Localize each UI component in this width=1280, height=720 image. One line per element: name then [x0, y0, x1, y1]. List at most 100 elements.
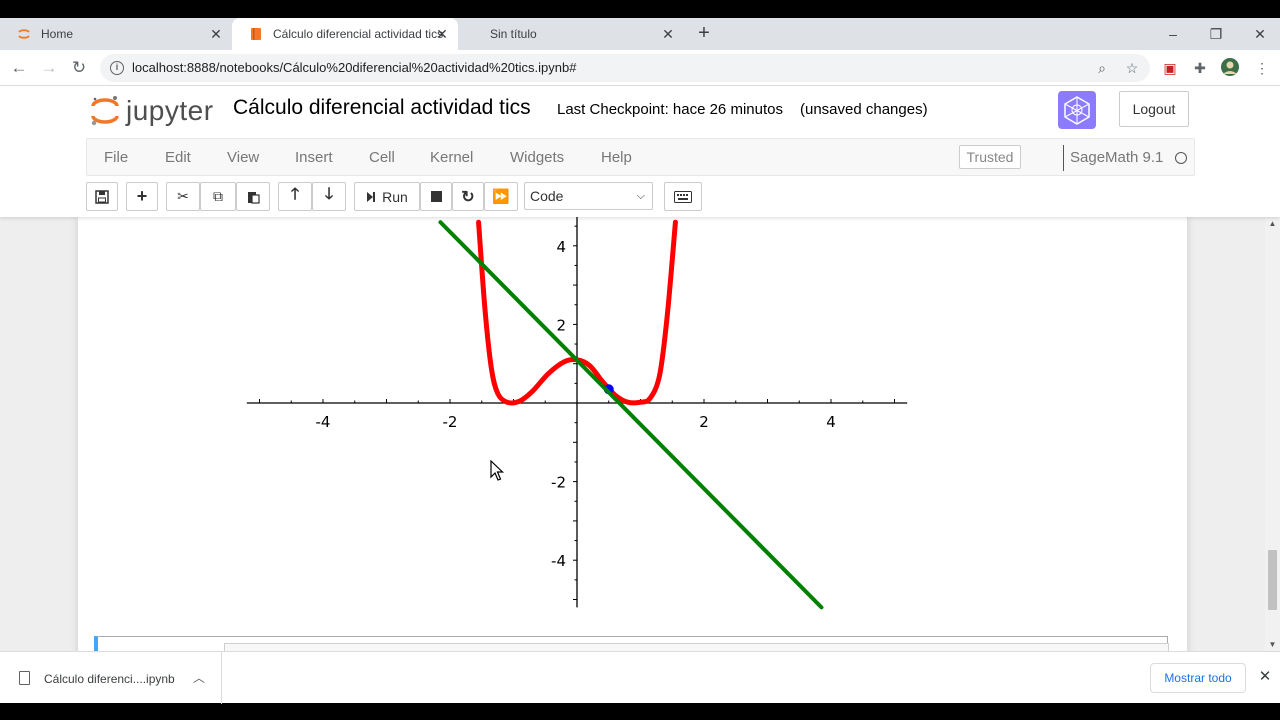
- tab-strip: Home ✕ Cálculo diferencial actividad tic…: [0, 18, 1280, 50]
- download-bar: Cálculo diferenci....ipynb ︿ Mostrar tod…: [0, 651, 1280, 704]
- save-icon: [95, 189, 109, 204]
- copy-button[interactable]: ⧉: [200, 182, 236, 211]
- kernel-status-icon: [1175, 152, 1187, 164]
- pocket-extension-icon[interactable]: ▣: [1159, 57, 1181, 79]
- new-tab-button[interactable]: +: [694, 23, 714, 44]
- jupyter-logo[interactable]: jupyter: [90, 94, 214, 128]
- close-window-icon[interactable]: ✕: [1248, 22, 1272, 46]
- close-icon[interactable]: ✕: [1256, 668, 1274, 686]
- trusted-badge[interactable]: Trusted: [959, 145, 1021, 169]
- next-code-cell[interactable]: [94, 636, 1169, 651]
- paste-button[interactable]: [236, 182, 270, 211]
- fast-forward-icon: ⏩: [492, 188, 510, 204]
- cell-type-select[interactable]: Code ⌵: [524, 182, 653, 210]
- show-all-button[interactable]: Mostrar todo: [1150, 663, 1246, 693]
- sagemath-logo-icon: [1058, 91, 1096, 129]
- tab-notebook[interactable]: Cálculo diferencial actividad tics ✕: [232, 18, 458, 50]
- tab-title: Home: [41, 27, 74, 41]
- kernel-name: SageMath 9.1: [1070, 149, 1164, 166]
- plus-icon: +: [136, 186, 148, 206]
- close-icon[interactable]: ✕: [660, 26, 676, 42]
- menu-insert[interactable]: Insert: [295, 149, 333, 166]
- move-up-button[interactable]: 🡑: [278, 182, 312, 211]
- copy-icon: ⧉: [213, 188, 223, 204]
- cell-type-value: Code: [530, 188, 564, 204]
- x-tick-label: -4: [316, 413, 331, 431]
- menu-edit[interactable]: Edit: [165, 149, 191, 166]
- jupyter-wordmark: jupyter: [126, 95, 214, 126]
- plot-output: -4 -2 2 4 4 2 -2 -4: [246, 217, 908, 610]
- url-text: localhost:8888/notebooks/Cálculo%20difer…: [132, 60, 577, 75]
- y-tick-label: 2: [556, 316, 566, 334]
- menu-file[interactable]: File: [104, 149, 128, 166]
- keyboard-icon: [674, 190, 692, 203]
- tab-title: Sin título: [490, 27, 537, 41]
- download-file-name: Cálculo diferenci....ipynb: [44, 672, 175, 686]
- jupyter-tab-icon: [16, 26, 32, 42]
- mouse-cursor-icon: [490, 460, 504, 481]
- x-tick-label: 4: [826, 413, 836, 431]
- restart-run-all-button[interactable]: ⏩: [484, 182, 518, 211]
- x-tick-label: 2: [699, 413, 709, 431]
- back-icon[interactable]: ←: [8, 57, 30, 79]
- divider: [1063, 145, 1064, 171]
- arrow-up-icon: 🡑: [290, 186, 300, 203]
- scrollbar-thumb[interactable]: [1268, 550, 1277, 610]
- move-down-button[interactable]: 🡓: [312, 182, 346, 211]
- menu-icon[interactable]: ⋮: [1251, 57, 1273, 79]
- menu-bar: File Edit View Insert Cell Kernel Widget…: [86, 138, 1195, 176]
- reload-icon[interactable]: ↻: [68, 57, 90, 79]
- cut-button[interactable]: ✂: [166, 182, 200, 211]
- file-icon: [19, 671, 30, 685]
- series-line-1: [438, 220, 824, 610]
- download-item[interactable]: Cálculo diferenci....ipynb ︿: [0, 652, 222, 704]
- interrupt-button[interactable]: [420, 182, 452, 211]
- plot-axes: -4 -2 2 4 4 2 -2 -4: [246, 217, 908, 608]
- star-icon[interactable]: ☆: [1122, 58, 1142, 78]
- restart-icon: ↻: [461, 188, 475, 206]
- close-icon[interactable]: ✕: [208, 26, 224, 42]
- scroll-up-icon[interactable]: ▲: [1265, 219, 1280, 228]
- notebook-title[interactable]: Cálculo diferencial actividad tics: [233, 96, 531, 120]
- command-palette-button[interactable]: [664, 182, 702, 211]
- checkpoint-status: Last Checkpoint: hace 26 minutos: [557, 101, 783, 118]
- restore-icon[interactable]: ❐: [1204, 22, 1228, 46]
- page-scrollbar[interactable]: ▲ ▼: [1265, 217, 1280, 651]
- jupyter-header: jupyter Cálculo diferencial actividad ti…: [0, 86, 1280, 217]
- tab-untitled[interactable]: Sin título ✕: [458, 18, 684, 50]
- stop-icon: [430, 191, 442, 202]
- screen: Home ✕ Cálculo diferencial actividad tic…: [0, 0, 1280, 720]
- scroll-down-icon[interactable]: ▼: [1265, 640, 1280, 649]
- zoom-icon[interactable]: ⌕: [1092, 58, 1112, 78]
- notebook-container: -4 -2 2 4 4 2 -2 -4: [78, 217, 1187, 651]
- profile-avatar[interactable]: [1219, 57, 1241, 79]
- extensions-icon[interactable]: ✚: [1189, 57, 1211, 79]
- x-tick-label: -2: [443, 413, 458, 431]
- page: jupyter Cálculo diferencial actividad ti…: [0, 86, 1280, 651]
- menu-help[interactable]: Help: [601, 149, 632, 166]
- info-icon[interactable]: i: [110, 61, 124, 75]
- logout-button[interactable]: Logout: [1119, 91, 1189, 127]
- minimize-icon[interactable]: –: [1161, 22, 1185, 46]
- save-button[interactable]: [86, 182, 118, 211]
- menu-cell[interactable]: Cell: [369, 149, 395, 166]
- y-tick-label: -2: [551, 474, 566, 492]
- tab-home[interactable]: Home ✕: [0, 18, 232, 50]
- run-button[interactable]: Run: [354, 182, 420, 211]
- menu-kernel[interactable]: Kernel: [430, 149, 473, 166]
- chevron-down-icon: ⌵: [636, 190, 645, 202]
- code-input-area[interactable]: [224, 643, 1169, 651]
- insert-cell-button[interactable]: +: [126, 182, 158, 211]
- y-tick-label: -4: [551, 552, 566, 570]
- chevron-up-icon[interactable]: ︿: [193, 669, 205, 686]
- close-icon[interactable]: ✕: [434, 26, 450, 42]
- menu-view[interactable]: View: [227, 149, 259, 166]
- restart-button[interactable]: ↻: [452, 182, 484, 211]
- forward-icon[interactable]: →: [38, 57, 60, 79]
- menu-widgets[interactable]: Widgets: [510, 149, 564, 166]
- tab-title: Cálculo diferencial actividad tics: [273, 27, 444, 41]
- browser-toolbar: ← → ↻ i localhost:8888/notebooks/Cálculo…: [0, 50, 1280, 86]
- jupyter-logo-icon: [91, 96, 119, 126]
- cut-icon: ✂: [177, 188, 189, 204]
- address-bar[interactable]: i localhost:8888/notebooks/Cálculo%20dif…: [100, 54, 1150, 82]
